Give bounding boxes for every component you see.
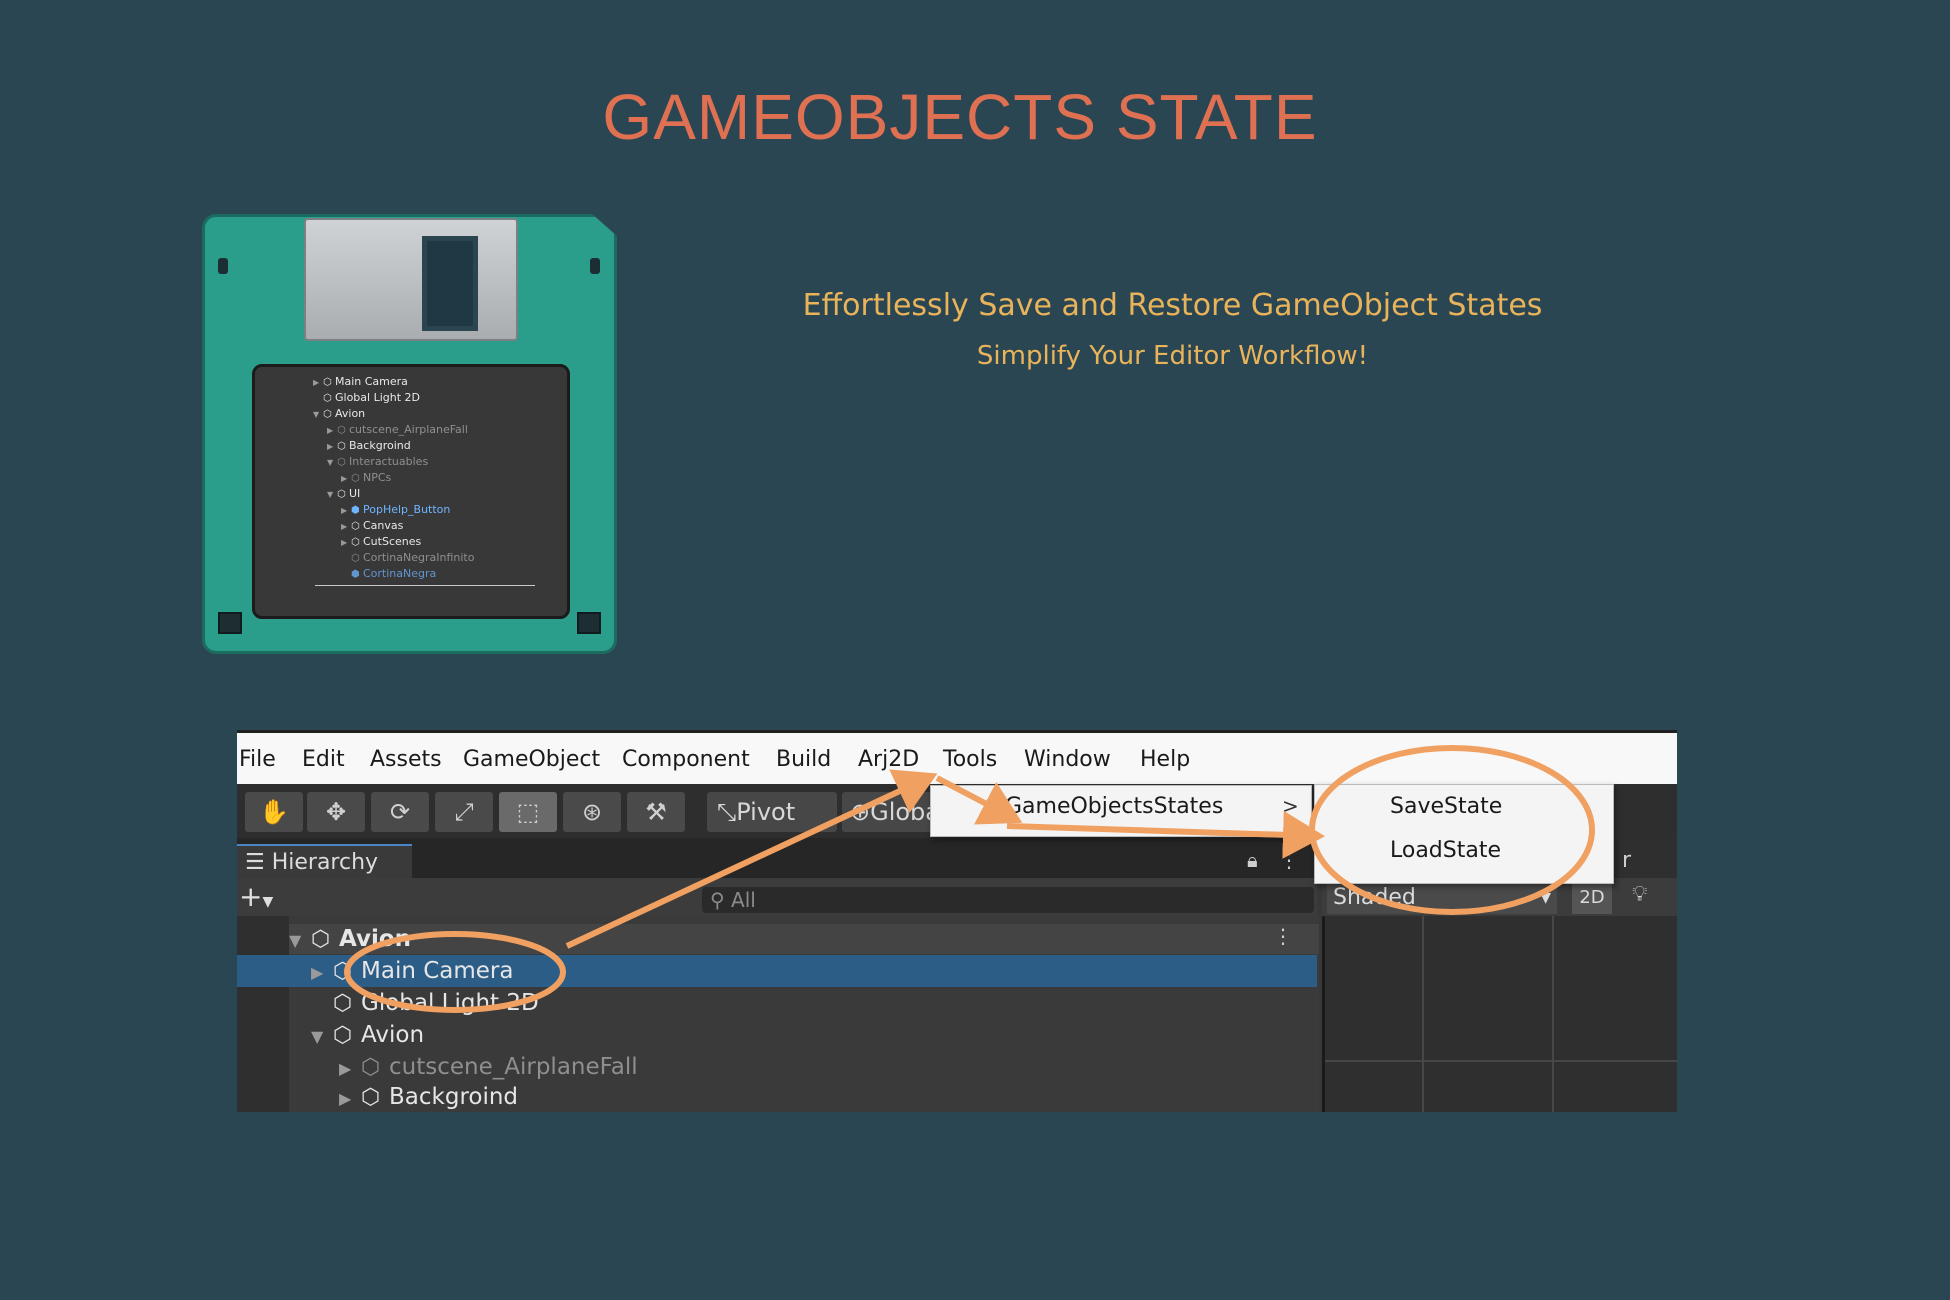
menu-item-gameobjectsstates[interactable]: GameObjectsStates bbox=[1005, 794, 1223, 819]
menu-tools[interactable]: Tools bbox=[943, 747, 997, 772]
hierarchy-row[interactable]: ▶ ⬡ Backgroind bbox=[339, 1082, 518, 1112]
hierarchy-gutter bbox=[237, 916, 289, 1112]
chevron-right-icon: > bbox=[1282, 794, 1299, 818]
scene-row-background bbox=[289, 924, 1319, 954]
pivot-icon: ⤡ bbox=[717, 798, 737, 826]
more-options-icon[interactable]: ⋮ bbox=[1279, 848, 1299, 872]
mini-hierarchy-item: ▶ ⬡ Backgroind bbox=[327, 439, 411, 452]
mini-hierarchy-item: ▶ ⬡ Main Camera bbox=[313, 375, 408, 388]
floppy-label-hierarchy: ▶ ⬡ Main Camera ⬡ Global Light 2D ▼ ⬡ Avion ▶… bbox=[252, 364, 570, 619]
scene-icon: ⬡ bbox=[311, 927, 331, 952]
menu-item-savestate[interactable]: SaveState bbox=[1390, 794, 1502, 819]
scene-grid-line bbox=[1325, 1060, 1677, 1062]
page-title: GAMEOBJECTS STATE bbox=[602, 81, 1318, 153]
floppy-shutter bbox=[304, 218, 518, 341]
mini-hierarchy-item: ▶ ⬢ PopHelp_Button bbox=[341, 503, 451, 516]
menu-build[interactable]: Build bbox=[776, 747, 831, 772]
menu-gameobject[interactable]: GameObject bbox=[463, 747, 600, 772]
cube-icon: ⬡ bbox=[333, 991, 353, 1016]
chevron-down-icon: ▼ bbox=[1540, 890, 1551, 906]
mini-hierarchy-item: ▼ ⬡ Interactuables bbox=[327, 455, 429, 468]
menu-bar: File Edit Assets GameObject Component Bu… bbox=[237, 730, 1677, 784]
unity-editor-screenshot: File Edit Assets GameObject Component Bu… bbox=[237, 730, 1677, 1112]
floppy-hole bbox=[590, 258, 600, 274]
lighting-bulb-icon[interactable]: 💡︎ bbox=[1632, 882, 1647, 907]
shading-mode-dropdown[interactable]: Shaded ▼ bbox=[1327, 882, 1557, 914]
pivot-toggle[interactable]: ⤡Pivot bbox=[707, 792, 837, 832]
hierarchy-row-main-camera[interactable]: ▶ ⬡ Main Camera bbox=[311, 956, 513, 986]
menu-file[interactable]: File bbox=[239, 747, 276, 772]
mini-hierarchy-item: ▶ ⬡ Canvas bbox=[341, 519, 404, 532]
menu-edit[interactable]: Edit bbox=[302, 747, 345, 772]
hierarchy-row[interactable]: ⬡ Global Light 2D bbox=[311, 988, 539, 1018]
hierarchy-row[interactable]: ▶ ⬡ cutscene_AirplaneFall bbox=[339, 1052, 638, 1082]
mini-divider bbox=[315, 585, 535, 586]
menu-help[interactable]: Help bbox=[1140, 747, 1190, 772]
custom-tool-icon[interactable]: ⚒ bbox=[627, 792, 685, 832]
tagline-secondary: Simplify Your Editor Workflow! bbox=[976, 341, 1369, 371]
hierarchy-row[interactable]: ▼ ⬡ Avion bbox=[311, 1020, 424, 1050]
search-icon: ⚲ bbox=[710, 888, 732, 912]
rect-tool-icon[interactable]: ⬚ bbox=[499, 792, 557, 832]
mini-hierarchy-item: ⬢ CortinaNegra bbox=[351, 567, 437, 580]
transform-tool-icon[interactable]: ⊛ bbox=[563, 792, 621, 832]
floppy-disk-illustration: ▶ ⬡ Main Camera ⬡ Global Light 2D ▼ ⬡ Avion ▶… bbox=[202, 214, 617, 654]
mini-hierarchy-item: ▼ ⬡ Avion bbox=[313, 407, 366, 420]
scene-grid-line bbox=[1422, 916, 1424, 1112]
hand-tool-icon[interactable]: ✋ bbox=[245, 792, 303, 832]
hierarchy-scene-row[interactable]: ▼ ⬡ Avion bbox=[289, 924, 411, 954]
mini-hierarchy-item: ▶ ⬡ NPCs bbox=[341, 471, 392, 484]
floppy-hole bbox=[218, 258, 228, 274]
menu-assets[interactable]: Assets bbox=[370, 747, 442, 772]
add-dropdown-button[interactable]: +▼ bbox=[239, 880, 273, 913]
cube-icon: ⬡ bbox=[361, 1085, 381, 1110]
cube-icon: ⬡ bbox=[333, 959, 353, 984]
mini-hierarchy-item: ▼ ⬡ UI bbox=[327, 487, 361, 500]
scene-more-icon[interactable]: ⋮ bbox=[1273, 924, 1293, 948]
mini-hierarchy-item: ▶ ⬡ cutscene_AirplaneFall bbox=[327, 423, 468, 436]
scene-grid-line bbox=[1552, 916, 1554, 1112]
shutter-window bbox=[422, 236, 478, 331]
move-tool-icon[interactable]: ✥ bbox=[307, 792, 365, 832]
cube-icon: ⬡ bbox=[333, 1023, 353, 1048]
tagline-primary: Effortlessly Save and Restore GameObject… bbox=[802, 288, 1543, 323]
mini-hierarchy-item: ⬡ Global Light 2D bbox=[323, 391, 421, 404]
globe-icon: ⊕ bbox=[850, 798, 871, 826]
mini-hierarchy-item: ⬡ CortinaNegraInfinito bbox=[351, 551, 475, 564]
menu-component[interactable]: Component bbox=[622, 747, 750, 772]
mini-hierarchy-item: ▶ ⬡ CutScenes bbox=[341, 535, 422, 548]
lock-icon[interactable]: 🔒︎ bbox=[1247, 848, 1258, 872]
menu-item-loadstate[interactable]: LoadState bbox=[1390, 838, 1501, 863]
scene-tab-fragment: r bbox=[1622, 848, 1632, 873]
hierarchy-search-input[interactable]: ⚲ All bbox=[702, 887, 1314, 913]
list-icon: ☰ bbox=[245, 850, 272, 875]
rotate-tool-icon[interactable]: ⟳ bbox=[371, 792, 429, 832]
2d-mode-toggle[interactable]: 2D bbox=[1572, 882, 1612, 914]
tab-hierarchy[interactable]: ☰ Hierarchy bbox=[237, 844, 412, 880]
menu-arj2d[interactable]: Arj2D bbox=[858, 747, 919, 772]
cube-icon: ⬡ bbox=[361, 1055, 381, 1080]
floppy-notch bbox=[577, 612, 601, 634]
menu-window[interactable]: Window bbox=[1024, 747, 1111, 772]
scale-tool-icon[interactable]: ⤢ bbox=[435, 792, 493, 832]
floppy-notch bbox=[218, 612, 242, 634]
